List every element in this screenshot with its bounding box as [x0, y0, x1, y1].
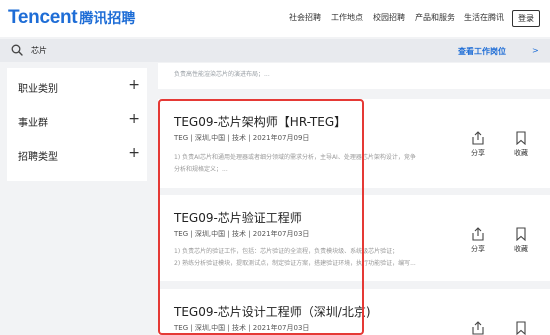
job-title[interactable]: TEG09-芯片设计工程师（深圳/北京) [174, 303, 371, 320]
filter-job-category[interactable]: 职业类别 + [18, 77, 140, 96]
share-icon [472, 227, 484, 241]
job-card-partial[interactable]: 负责高性能渲染芯片的演进布局；... [158, 63, 550, 89]
top-bar: Tencent 腾讯招聘 社会招聘 工作地点 校园招聘 产品和服务 生活在腾讯 … [0, 0, 550, 37]
job-description-line: 1) 负责芯片的验证工作，包括：芯片验证的全流程，负责模块级、系统级芯片验证； [174, 248, 399, 255]
plus-icon[interactable]: + [128, 77, 140, 93]
collect-button[interactable]: 收藏 [506, 131, 536, 158]
plus-icon[interactable]: + [128, 111, 140, 127]
collect-label: 收藏 [514, 149, 528, 157]
logo-text-en: Tencent [8, 7, 78, 28]
job-title[interactable]: TEG09-芯片架构师【HR-TEG】 [174, 113, 346, 130]
filter-label: 招聘类型 [18, 152, 58, 163]
filter-sidebar: 职业类别 + 事业群 + 招聘类型 + [7, 68, 147, 181]
chevron-right-icon[interactable]: > [532, 46, 539, 55]
share-button[interactable]: 分享 [463, 227, 493, 254]
job-description: 1) 负责AI芯片和通用处理器或者细分领域的需求分析，主导AI、处理器芯片架构设… [174, 152, 416, 176]
plus-icon[interactable]: + [128, 145, 140, 161]
nav-products-services[interactable]: 产品和服务 [415, 12, 455, 23]
bookmark-icon [516, 227, 526, 241]
job-meta: TEG | 深圳,中国 | 技术 | 2021年07月03日 [174, 230, 310, 238]
share-icon [472, 131, 484, 145]
filter-business-group[interactable]: 事业群 + [18, 111, 140, 130]
login-button[interactable]: 登录 [512, 10, 540, 27]
nav-social-recruitment[interactable]: 社会招聘 [289, 12, 321, 23]
job-title[interactable]: TEG09-芯片验证工程师 [174, 209, 302, 226]
job-card[interactable]: TEG09-芯片架构师【HR-TEG】 TEG | 深圳,中国 | 技术 | 2… [158, 99, 550, 188]
share-label: 分享 [471, 149, 485, 157]
collect-button[interactable] [506, 321, 536, 335]
job-description-fragment: 负责高性能渲染芯片的演进布局；... [174, 71, 270, 78]
nav-campus-recruitment[interactable]: 校园招聘 [373, 12, 405, 23]
job-description-line: 2) 熟练分析验证模块，提取测试点，制定验证方案，搭建验证环境，执行功能验证，编… [174, 260, 416, 267]
tencent-careers-logo[interactable]: Tencent 腾讯招聘 [8, 7, 135, 29]
collect-button[interactable]: 收藏 [506, 227, 536, 254]
nav-work-location[interactable]: 工作地点 [331, 12, 363, 23]
share-label: 分享 [471, 245, 485, 253]
view-jobs-link[interactable]: 查看工作岗位 [458, 46, 506, 57]
search-bar: 查看工作岗位 > [0, 39, 550, 62]
bookmark-icon [516, 131, 526, 145]
job-description: 1) 负责芯片的验证工作，包括：芯片验证的全流程，负责模块级、系统级芯片验证； … [174, 246, 416, 270]
share-button[interactable] [463, 321, 493, 335]
filter-recruitment-type[interactable]: 招聘类型 + [18, 145, 140, 164]
job-meta: TEG | 深圳,中国 | 技术 | 2021年07月03日 [174, 324, 310, 332]
share-icon [472, 321, 484, 335]
collect-label: 收藏 [514, 245, 528, 253]
job-meta: TEG | 深圳,中国 | 技术 | 2021年07月09日 [174, 134, 310, 142]
bookmark-icon [516, 321, 526, 335]
logo-text-cn: 腾讯招聘 [79, 11, 136, 27]
filter-label: 事业群 [18, 118, 48, 129]
filter-label: 职业类别 [18, 84, 58, 95]
search-icon[interactable] [11, 44, 23, 56]
job-card[interactable]: TEG09-芯片验证工程师 TEG | 深圳,中国 | 技术 | 2021年07… [158, 195, 550, 281]
share-button[interactable]: 分享 [463, 131, 493, 158]
job-description-line: 1) 负责AI芯片和通用处理器或者细分领域的需求分析，主导AI、处理器芯片架构设… [174, 154, 416, 161]
job-card[interactable]: TEG09-芯片设计工程师（深圳/北京) TEG | 深圳,中国 | 技术 | … [158, 289, 550, 335]
search-input[interactable] [31, 43, 331, 58]
nav-life-at-tencent[interactable]: 生活在腾讯 [464, 12, 504, 23]
job-description-line: 分析和规格定义；... [174, 166, 228, 173]
